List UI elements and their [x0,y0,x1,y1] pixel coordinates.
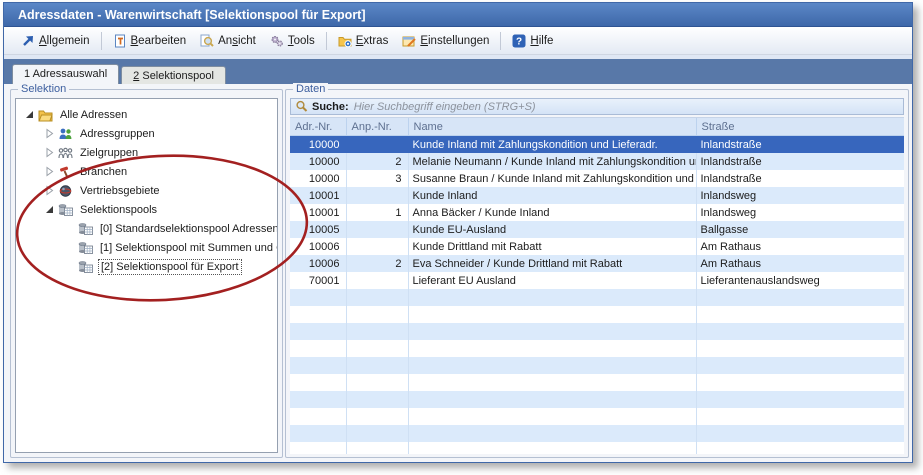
selection-groupbox: Selektion Alle Adressen Ad [10,89,283,458]
tree-item-vertriebsgebiete[interactable]: Vertriebsgebiete [16,181,277,200]
db-table-icon [78,260,93,274]
tree-item-selektionspool-2[interactable]: [2] Selektionspool für Export [16,257,277,276]
menu-item-hilfe[interactable]: ? Hilfe [505,31,560,51]
search-input[interactable]: Suche: Hier Suchbegriff eingeben (STRG+S… [290,98,904,115]
folder-icon [338,34,352,48]
table-row[interactable]: 70001 Lieferant EU AuslandLieferantenaus… [290,272,904,289]
menu-item-extras[interactable]: Extras [331,31,396,51]
people-group-icon [58,146,73,160]
table-row[interactable]: 100003 Susanne Braun / Kunde Inland mit … [290,170,904,187]
table-row-empty [290,442,904,454]
menu-item-allgemein[interactable]: Allgemein [14,31,97,51]
search-icon [295,100,308,113]
address-table: Adr.-Nr. Anp.-Nr. Name Straße 10000 Kund… [290,117,904,454]
tree-item-alle-adressen[interactable]: Alle Adressen [16,105,277,124]
db-table-icon [78,222,93,236]
expander-collapsed-icon[interactable] [44,128,55,139]
table-row-empty [290,374,904,391]
table-row-empty [290,357,904,374]
selection-group-label: Selektion [18,83,69,95]
title-bar[interactable]: Adressdaten - Warenwirtschaft [Selektion… [4,3,912,27]
search-placeholder: Hier Suchbegriff eingeben (STRG+S) [354,101,536,113]
content-area: Selektion Alle Adressen Ad [4,84,912,462]
tree-item-branchen[interactable]: Branchen [16,162,277,181]
window-title: Adressdaten - Warenwirtschaft [Selektion… [18,8,366,22]
table-row[interactable]: 10001 Kunde InlandInlandsweg [290,187,904,204]
data-groupbox: Daten Suche: Hier Suchbegriff eingeben (… [285,89,909,458]
table-row[interactable]: 10005 Kunde EU-AuslandBallgasse [290,221,904,238]
table-row-empty [290,425,904,442]
expander-expanded-icon[interactable] [24,109,35,120]
tab-strip: 1 Adressauswahl 2 Selektionspool [4,59,912,85]
people-pair-icon [58,127,73,141]
expander-expanded-icon[interactable] [44,204,55,215]
application-window: Adressdaten - Warenwirtschaft [Selektion… [3,2,913,463]
table-row-empty [290,340,904,357]
tab-selektionspool[interactable]: 2 Selektionspool [121,66,226,85]
column-header-anp-nr[interactable]: Anp.-Nr. [346,118,408,136]
table-row[interactable]: 10006 Kunde Drittland mit RabattAm Ratha… [290,238,904,255]
table-row[interactable]: 100011 Anna Bäcker / Kunde InlandInlands… [290,204,904,221]
folder-open-icon [38,108,53,122]
edit-document-icon [113,34,127,48]
tree-item-adressgruppen[interactable]: Adressgruppen [16,124,277,143]
table-row[interactable]: 100002 Melanie Neumann / Kunde Inland mi… [290,153,904,170]
tree-item-selektionspools[interactable]: Selektionspools [16,200,277,219]
db-table-icon [78,241,93,255]
menu-item-ansicht[interactable]: Ansicht [193,31,263,51]
table-header-row: Adr.-Nr. Anp.-Nr. Name Straße [290,118,904,136]
tree-item-selektionspool-0[interactable]: [0] Standardselektionspool Adressen [16,219,277,238]
expander-collapsed-icon[interactable] [44,166,55,177]
table-row-empty [290,306,904,323]
arrow-ne-icon [21,34,35,48]
help-icon: ? [512,34,526,48]
column-header-strasse[interactable]: Straße [696,118,904,136]
db-table-icon [58,203,73,217]
menu-separator [326,32,327,50]
table-row-empty [290,323,904,340]
magnifier-document-icon [200,34,214,48]
search-label: Suche: [312,101,349,113]
table-row[interactable]: 100062 Eva Schneider / Kunde Drittland m… [290,255,904,272]
menu-bar: Allgemein Bearbeiten Ansicht [4,27,912,55]
menu-item-einstellungen[interactable]: Einstellungen [395,31,496,51]
menu-item-bearbeiten[interactable]: Bearbeiten [106,31,194,51]
menu-item-tools[interactable]: Tools [263,31,322,51]
selection-tree: Alle Adressen Adressgruppen [15,98,278,453]
table-row-empty [290,391,904,408]
column-header-adr-nr[interactable]: Adr.-Nr. [290,118,346,136]
data-group-label: Daten [293,83,328,95]
tree-item-selektionspool-1[interactable]: [1] Selektionspool mit Summen und Grupp [16,238,277,257]
industry-icon [58,165,73,179]
table-row[interactable]: 10000 Kunde Inland mit Zahlungskondition… [290,136,904,154]
menu-separator [500,32,501,50]
table-row-empty [290,408,904,425]
svg-text:?: ? [516,36,522,47]
gears-icon [270,34,284,48]
table-row-empty [290,289,904,306]
expander-collapsed-icon[interactable] [44,185,55,196]
tree-item-zielgruppen[interactable]: Zielgruppen [16,143,277,162]
globe-icon [58,184,73,198]
menu-separator [101,32,102,50]
settings-icon [402,34,416,48]
tab-adressauswahl[interactable]: 1 Adressauswahl [12,64,119,85]
expander-collapsed-icon[interactable] [44,147,55,158]
column-header-name[interactable]: Name [408,118,696,136]
